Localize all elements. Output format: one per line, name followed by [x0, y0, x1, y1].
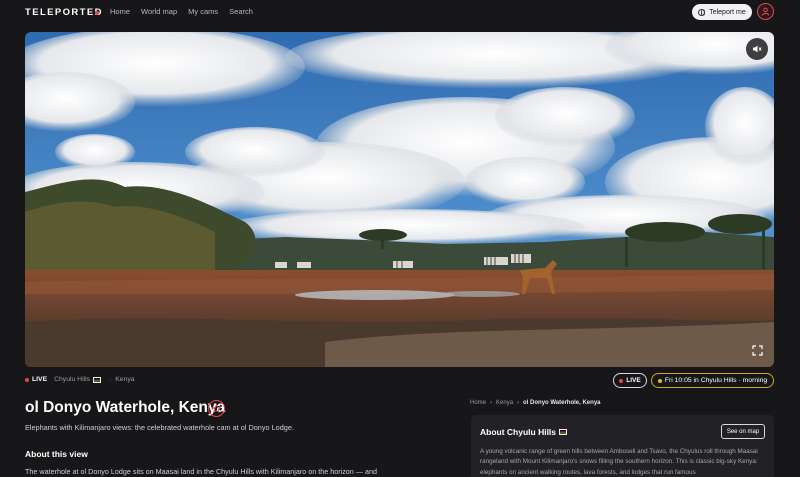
breadcrumb-current: ol Donyo Waterhole, Kenya: [523, 400, 601, 406]
page-subtitle: Elephants with Kilimanjaro views: the ce…: [25, 423, 294, 432]
kenya-flag-icon: [559, 429, 568, 435]
country-link[interactable]: Kenya: [115, 376, 134, 383]
live-dot: [25, 377, 29, 382]
nav-link-my-cams[interactable]: My cams: [188, 7, 218, 16]
live-pill-label: LIVE: [626, 377, 641, 384]
webcam-frame: [25, 32, 774, 367]
breadcrumb-separator: ›: [517, 400, 520, 406]
breadcrumb: Home › Kenya › ol Donyo Waterhole, Kenya: [470, 400, 601, 406]
globe-icon: [698, 8, 706, 16]
live-label: LIVE: [32, 376, 48, 383]
card-title: About Chyulu Hills: [480, 427, 568, 437]
avatar[interactable]: [757, 3, 774, 20]
card-title-text: About Chyulu Hills: [480, 427, 557, 437]
about-view-heading: About this view: [25, 449, 88, 459]
teleport-me-label: Teleport me: [709, 8, 746, 16]
mute-button[interactable]: [746, 38, 768, 60]
logo[interactable]: TELEPORTED: [25, 7, 103, 18]
webcam-video[interactable]: [25, 32, 774, 367]
nav-link-world-map[interactable]: World map: [141, 7, 177, 16]
teleport-me-button[interactable]: Teleport me: [692, 4, 752, 20]
fullscreen-button[interactable]: [748, 341, 766, 359]
local-time-pill: Fri 10:05 in Chyulu Hills · morning: [651, 373, 774, 388]
mute-icon: [753, 45, 762, 53]
fullscreen-icon: [751, 344, 763, 356]
page-title: ol Donyo Waterhole, Kenya: [25, 399, 226, 416]
card-description: A young volcanic range of green hills be…: [480, 448, 758, 476]
user-icon: [761, 7, 770, 16]
favorite-button[interactable]: [208, 400, 225, 417]
kenya-flag-icon: [93, 376, 101, 383]
live-pill: LIVE: [613, 373, 647, 388]
breadcrumb-separator: ›: [490, 400, 493, 406]
separator-dot: ·: [109, 376, 112, 383]
star-icon: [212, 404, 221, 413]
breadcrumb-kenya[interactable]: Kenya: [496, 400, 513, 406]
nav-link-search[interactable]: Search: [229, 7, 253, 16]
about-view-text: The waterhole at ol Donyo Lodge sits on …: [25, 467, 377, 476]
sun-dot-icon: [657, 378, 662, 383]
logo-dot: [95, 11, 99, 15]
region-link[interactable]: Chyulu Hills: [54, 376, 90, 383]
nav-link-home[interactable]: Home: [110, 7, 130, 16]
breadcrumb-home[interactable]: Home: [470, 400, 486, 406]
see-on-map-button[interactable]: See on map: [721, 424, 765, 439]
live-dot: [619, 378, 624, 383]
status-row: LIVE Chyulu Hills · Kenya LIVE Fri 10:05…: [25, 373, 774, 389]
nav-links: Home World map My cams Search: [110, 7, 253, 16]
about-region-card: About Chyulu Hills See on map A young vo…: [471, 415, 774, 477]
top-nav: TELEPORTED Home World map My cams Search…: [0, 0, 800, 24]
live-location: LIVE Chyulu Hills · Kenya: [25, 376, 135, 383]
local-time-label: Fri 10:05 in Chyulu Hills · morning: [664, 377, 768, 384]
